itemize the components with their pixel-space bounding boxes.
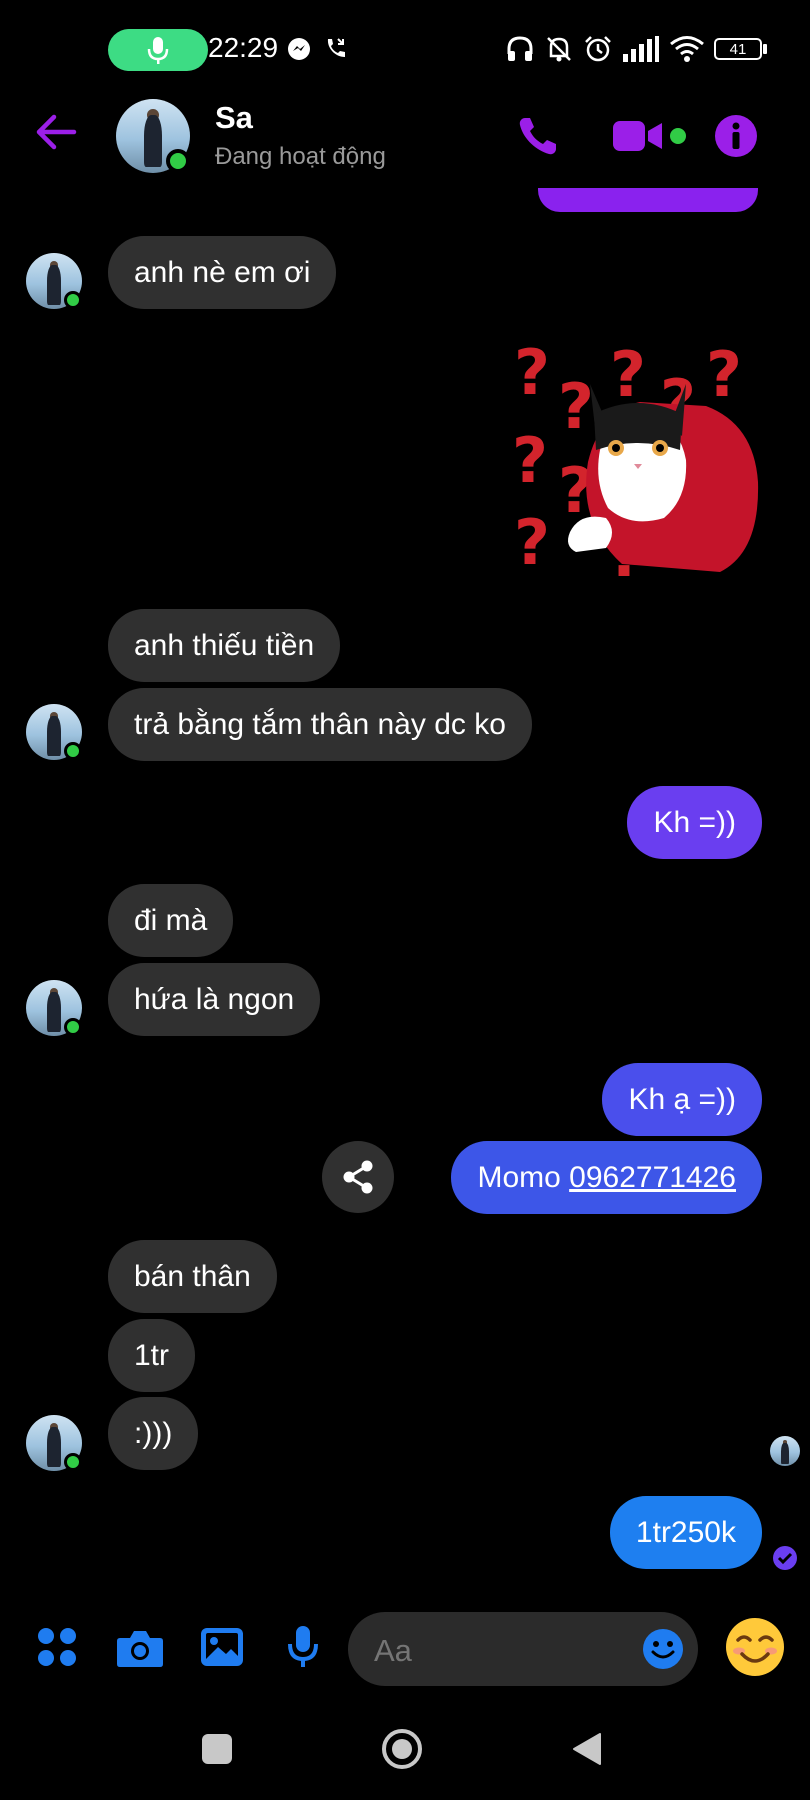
message-bubble-out[interactable]: 1tr250k [609, 1496, 762, 1569]
message-bubble-in[interactable]: anh nè em ơi [108, 236, 337, 309]
home-nav-button[interactable] [382, 1729, 422, 1769]
signal-icon [622, 32, 660, 66]
svg-text:?: ? [514, 336, 550, 409]
message-bubble-in[interactable]: 1tr [108, 1319, 196, 1392]
triangle-back-icon [573, 1733, 601, 1765]
sender-avatar[interactable] [26, 704, 82, 760]
confused-cat-sticker[interactable]: ??? ??? ??? [510, 332, 762, 584]
svg-text:?: ? [514, 506, 550, 579]
arrow-left-icon [36, 114, 77, 150]
camera-icon [117, 1631, 163, 1667]
previous-message-bubble-edge [538, 188, 758, 212]
video-call-button[interactable] [612, 118, 664, 154]
phone-icon [519, 118, 556, 155]
home-dot [392, 1739, 412, 1759]
contact-avatar[interactable] [116, 99, 190, 173]
battery-tip [763, 44, 767, 54]
message-composer[interactable] [348, 1612, 698, 1686]
image-icon [201, 1628, 243, 1666]
delivered-check-icon [772, 1545, 798, 1571]
message-bubble-in[interactable]: đi mà [108, 884, 234, 957]
call-in-progress-pill[interactable] [108, 29, 208, 71]
back-button[interactable] [34, 112, 78, 152]
camera-button[interactable] [116, 1628, 164, 1668]
message-bubble-out[interactable]: Kh =)) [627, 786, 762, 859]
microphone-icon [288, 1626, 318, 1667]
missed-call-icon [322, 32, 350, 66]
svg-text:?: ? [558, 370, 594, 443]
message-bubble-in[interactable]: bán thân [108, 1240, 277, 1313]
messenger-notification-icon [286, 32, 312, 66]
more-actions-button[interactable] [36, 1626, 78, 1668]
phone-number-link[interactable]: 0962771426 [569, 1161, 736, 1194]
battery-icon: 41 [714, 38, 762, 60]
message-bubble-out[interactable]: Kh ạ =)) [602, 1063, 762, 1136]
message-bubble-in[interactable]: hứa là ngon [108, 963, 321, 1036]
sender-avatar[interactable] [26, 980, 82, 1036]
video-available-dot [670, 128, 686, 144]
message-bubble-in[interactable]: trả bằng tắm thân này dc ko [108, 688, 532, 761]
sender-avatar[interactable] [26, 1415, 82, 1471]
smiley-icon [643, 1629, 683, 1669]
share-icon [343, 1160, 373, 1194]
quick-reaction-button[interactable] [724, 1616, 786, 1678]
svg-text:?: ? [610, 338, 646, 411]
message-bubble-in[interactable]: :))) [108, 1397, 199, 1470]
alarm-icon [582, 32, 614, 66]
recents-nav-button[interactable] [202, 1734, 232, 1764]
smiling-emoji-icon [726, 1618, 784, 1676]
message-bubble-in[interactable]: anh thiếu tiền [108, 609, 341, 682]
online-indicator [166, 149, 190, 173]
voice-call-button[interactable] [516, 114, 560, 158]
seen-by-avatar [770, 1436, 800, 1466]
svg-text:?: ? [512, 424, 548, 497]
emoji-picker-button[interactable] [642, 1628, 684, 1670]
back-nav-button[interactable] [572, 1732, 602, 1766]
battery-level: 41 [729, 40, 747, 58]
info-button[interactable] [714, 114, 758, 158]
sender-avatar[interactable] [26, 253, 82, 309]
status-time: 22:29 [208, 32, 279, 63]
headphones-icon [504, 32, 536, 66]
wifi-icon [668, 32, 706, 66]
voice-message-button[interactable] [286, 1624, 320, 1670]
bell-off-icon [543, 32, 575, 66]
info-icon [715, 115, 757, 157]
momo-label: Momo [477, 1161, 570, 1194]
share-button[interactable] [322, 1141, 394, 1213]
video-camera-icon [613, 121, 662, 151]
message-input[interactable] [372, 1632, 606, 1670]
message-bubble-out[interactable]: Momo 0962771426 [451, 1141, 762, 1214]
svg-text:?: ? [706, 338, 742, 411]
gallery-button[interactable] [200, 1627, 244, 1667]
microphone-icon [147, 37, 169, 64]
activity-status: Đang hoạt động [215, 143, 386, 170]
contact-name[interactable]: Sa [215, 100, 253, 136]
grid-dots-icon [38, 1628, 76, 1666]
